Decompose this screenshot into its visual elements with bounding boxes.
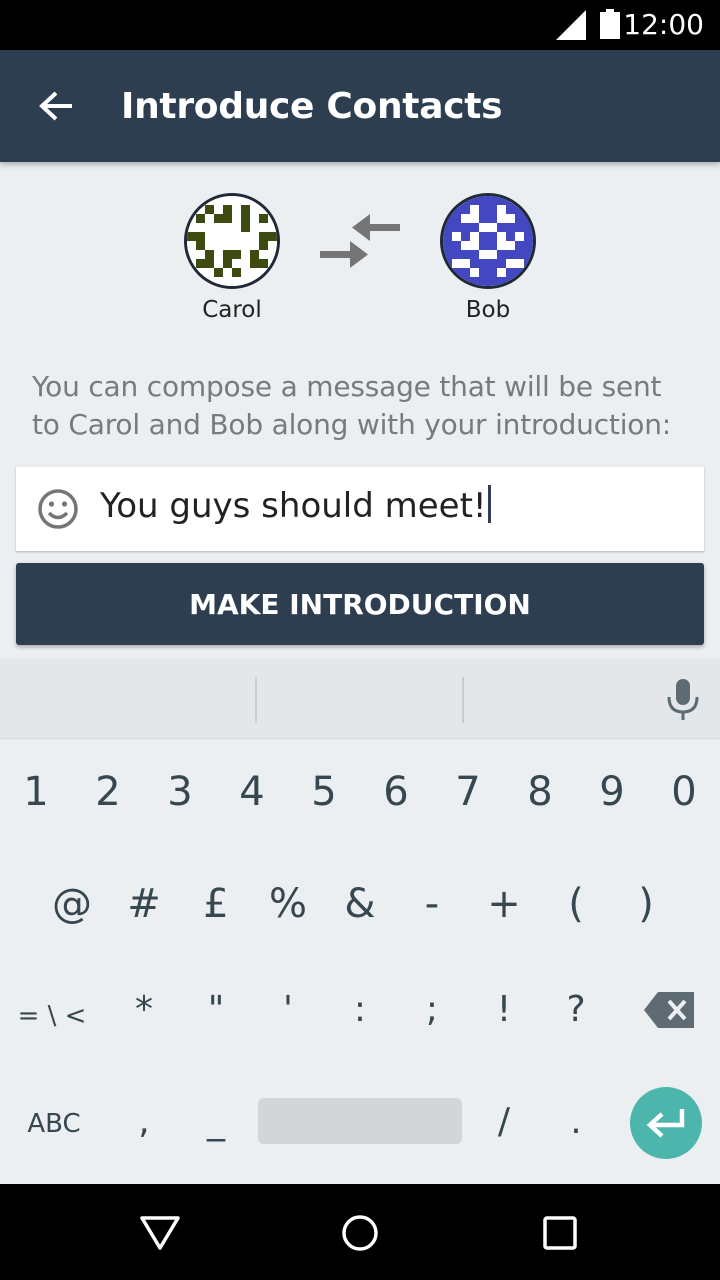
- key-8[interactable]: 8: [510, 769, 570, 815]
- arrow-back-icon[interactable]: [36, 86, 76, 126]
- status-time: 12:00: [623, 8, 704, 41]
- key-more-symbols[interactable]: = \ <: [12, 1001, 92, 1031]
- suggestion-divider: [462, 677, 464, 723]
- navigation-bar: [0, 1184, 720, 1280]
- key-period[interactable]: .: [546, 1101, 606, 1142]
- page-title: Introduce Contacts: [121, 86, 503, 127]
- key-semicolon[interactable]: ;: [402, 989, 462, 1030]
- text-cursor: [487, 485, 491, 523]
- backspace-icon[interactable]: [644, 992, 694, 1028]
- compose-info-text: You can compose a message that will be s…: [32, 370, 671, 441]
- key-2[interactable]: 2: [78, 769, 138, 815]
- key-pound[interactable]: £: [186, 881, 246, 927]
- home-circle-icon[interactable]: [340, 1213, 380, 1253]
- key-exclamation[interactable]: !: [474, 989, 534, 1030]
- message-text[interactable]: You guys should meet!: [100, 485, 491, 526]
- smiley-icon[interactable]: [36, 487, 80, 531]
- key-at[interactable]: @: [42, 881, 102, 927]
- microphone-icon[interactable]: [664, 679, 702, 721]
- key-1[interactable]: 1: [6, 769, 66, 815]
- signal-icon: [556, 10, 586, 40]
- key-slash[interactable]: /: [474, 1101, 534, 1142]
- contact-bob: Bob: [428, 193, 548, 323]
- enter-icon: [646, 1109, 685, 1138]
- keyboard: 1 2 3 4 5 6 7 8 9 0 @ # £ % & - + ( ) = …: [0, 659, 720, 1184]
- app-bar: Introduce Contacts: [0, 50, 720, 162]
- key-space[interactable]: [258, 1098, 462, 1144]
- key-underscore[interactable]: _: [186, 1101, 246, 1142]
- recents-square-icon[interactable]: [542, 1215, 578, 1251]
- avatar: [440, 193, 536, 289]
- key-double-quote[interactable]: ": [186, 989, 246, 1030]
- key-9[interactable]: 9: [582, 769, 642, 815]
- key-minus[interactable]: -: [402, 881, 462, 927]
- key-plus[interactable]: +: [474, 881, 534, 927]
- key-asterisk[interactable]: *: [114, 989, 174, 1030]
- key-abc[interactable]: ABC: [14, 1109, 94, 1139]
- key-3[interactable]: 3: [150, 769, 210, 815]
- key-0[interactable]: 0: [654, 769, 714, 815]
- key-comma[interactable]: ,: [114, 1101, 174, 1142]
- make-introduction-button[interactable]: MAKE INTRODUCTION: [16, 563, 704, 645]
- contact-name: Carol: [202, 297, 262, 323]
- back-triangle-icon[interactable]: [138, 1214, 182, 1252]
- key-ampersand[interactable]: &: [330, 881, 390, 927]
- swap-arrows-icon: [320, 214, 400, 268]
- key-question[interactable]: ?: [546, 989, 606, 1030]
- key-colon[interactable]: :: [330, 989, 390, 1030]
- suggestion-divider: [255, 677, 257, 723]
- key-close-paren[interactable]: ): [616, 881, 676, 927]
- contact-name: Bob: [465, 297, 511, 323]
- key-hash[interactable]: #: [114, 881, 174, 927]
- key-percent[interactable]: %: [258, 881, 318, 927]
- key-single-quote[interactable]: ': [258, 989, 318, 1030]
- suggestion-strip: [0, 659, 720, 739]
- status-bar: 12:00: [0, 0, 720, 50]
- message-input[interactable]: You guys should meet!: [16, 467, 704, 551]
- key-open-paren[interactable]: (: [546, 881, 606, 927]
- key-6[interactable]: 6: [366, 769, 426, 815]
- contact-carol: Carol: [172, 193, 292, 323]
- battery-icon: [600, 9, 620, 39]
- avatar: [184, 193, 280, 289]
- key-5[interactable]: 5: [294, 769, 354, 815]
- enter-button[interactable]: [630, 1087, 702, 1159]
- key-7[interactable]: 7: [438, 769, 498, 815]
- key-4[interactable]: 4: [222, 769, 282, 815]
